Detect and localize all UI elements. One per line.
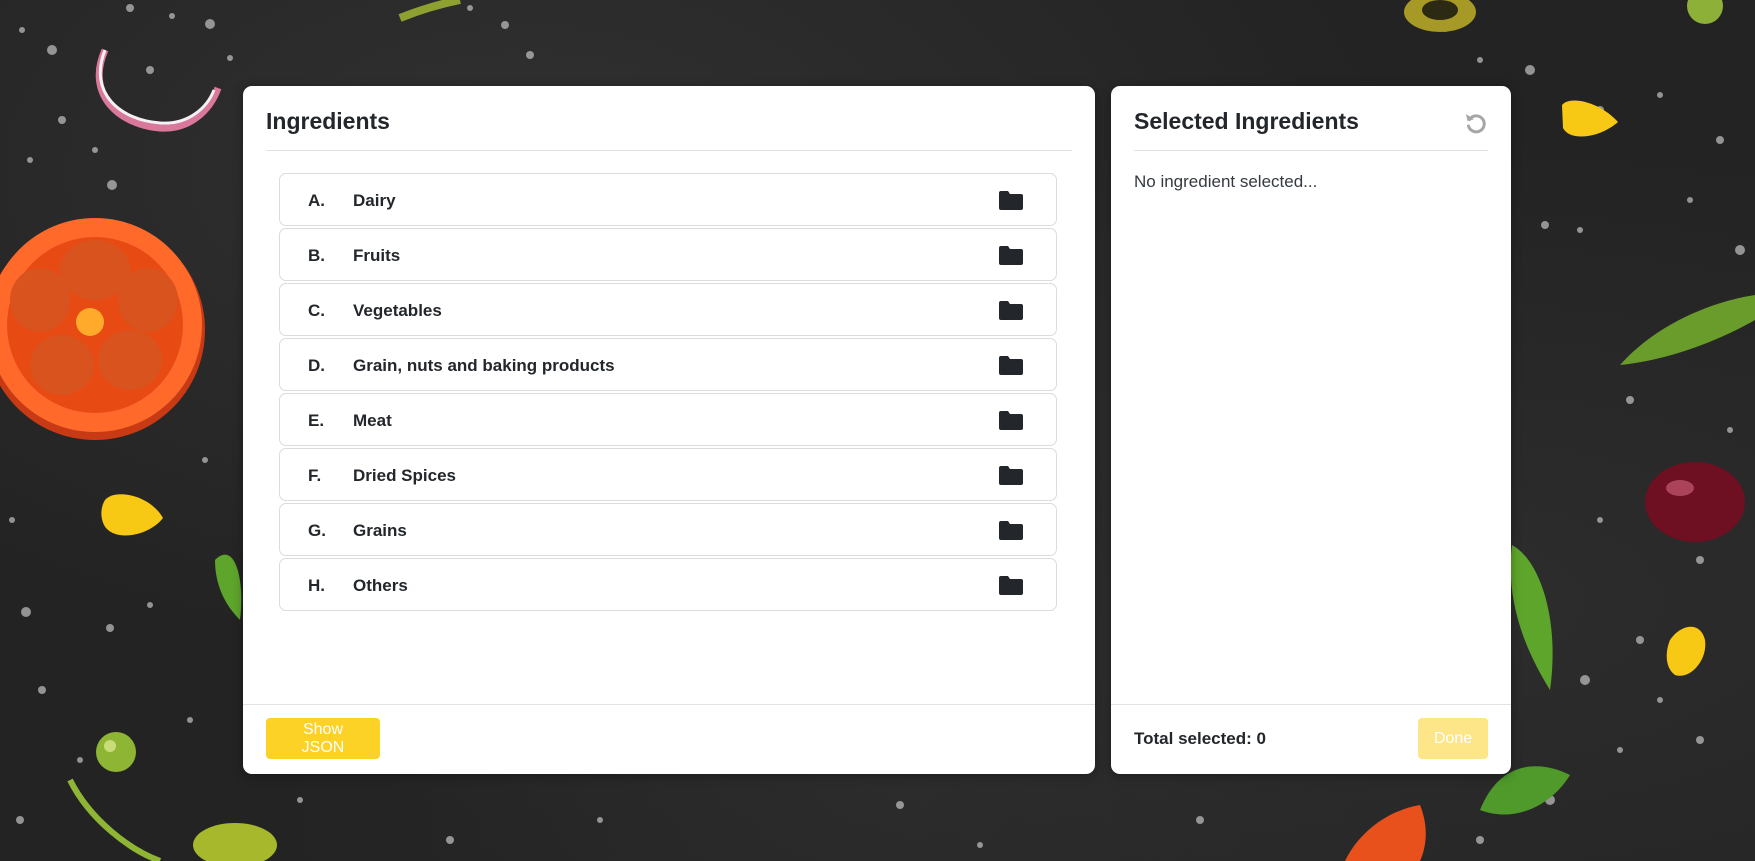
category-item-vegetables[interactable]: C. Vegetables [279, 283, 1057, 336]
folder-icon [999, 246, 1023, 265]
folder-icon [999, 301, 1023, 320]
category-letter: B. [308, 246, 325, 265]
category-letter: A. [308, 191, 325, 210]
category-label: Meat [353, 411, 392, 430]
category-item-others[interactable]: H. Others [279, 558, 1057, 611]
selected-ingredients-panel: Selected Ingredients No ingredient selec… [1111, 86, 1511, 774]
ingredients-title: Ingredients [266, 108, 390, 134]
selected-header: Selected Ingredients [1134, 86, 1488, 151]
folder-icon [999, 521, 1023, 540]
done-button[interactable]: Done [1418, 718, 1488, 759]
category-label: Dairy [353, 191, 396, 210]
folder-icon [999, 576, 1023, 595]
folder-icon [999, 356, 1023, 375]
category-item-meat[interactable]: E. Meat [279, 393, 1057, 446]
reset-icon[interactable] [1464, 111, 1488, 135]
folder-icon [999, 191, 1023, 210]
selected-ingredients-title: Selected Ingredients [1134, 108, 1359, 134]
ingredients-header: Ingredients [266, 86, 1072, 151]
total-selected-count: Total selected: 0 [1134, 729, 1266, 748]
category-label: Grains [353, 521, 407, 540]
category-letter: F. [308, 466, 322, 485]
category-letter: G. [308, 521, 326, 540]
category-label: Grain, nuts and baking products [353, 356, 615, 375]
category-item-grain-nuts-baking[interactable]: D. Grain, nuts and baking products [279, 338, 1057, 391]
category-letter: E. [308, 411, 325, 430]
category-label: Fruits [353, 246, 401, 265]
category-item-dairy[interactable]: A. Dairy [279, 173, 1057, 226]
category-label: Vegetables [353, 301, 442, 320]
empty-selection-message: No ingredient selected... [1134, 172, 1318, 191]
show-json-button[interactable]: Show JSON [266, 718, 380, 759]
folder-icon [999, 466, 1023, 485]
category-item-dried-spices[interactable]: F. Dried Spices [279, 448, 1057, 501]
category-list: A. Dairy B. Fruits C. Vegetables D. Grai… [279, 173, 1057, 613]
selected-footer: Total selected: 0 Done [1111, 704, 1511, 774]
ingredients-panel: Ingredients A. Dairy B. Fruits C. Vegeta… [243, 86, 1095, 774]
category-letter: C. [308, 301, 325, 320]
category-label: Dried Spices [353, 466, 456, 485]
folder-icon [999, 411, 1023, 430]
category-item-fruits[interactable]: B. Fruits [279, 228, 1057, 281]
category-label: Others [353, 576, 408, 595]
ingredients-footer: Show JSON [243, 704, 1095, 774]
category-letter: H. [308, 576, 325, 595]
category-item-grains[interactable]: G. Grains [279, 503, 1057, 556]
category-letter: D. [308, 356, 325, 375]
